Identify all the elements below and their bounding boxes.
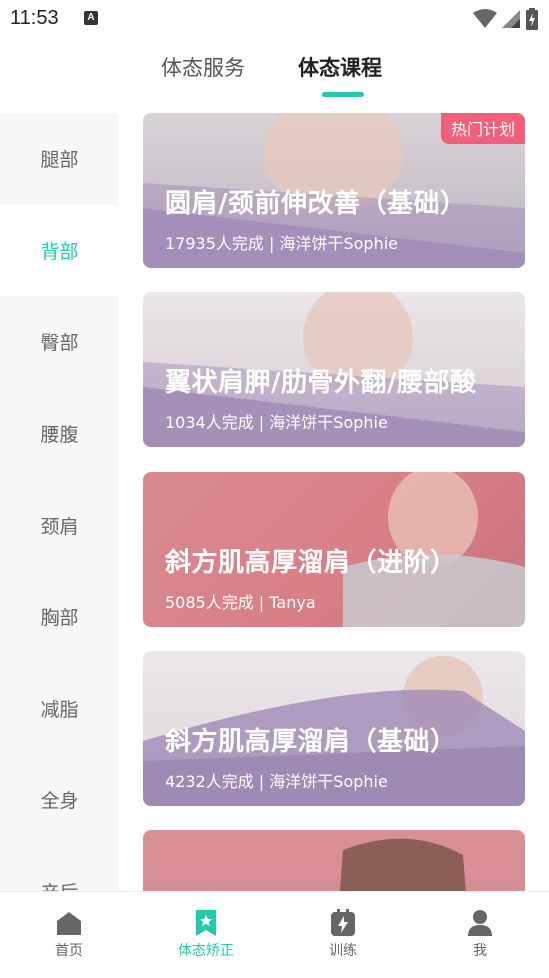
course-subtitle: 1034人完成 | 海洋饼干Sophie (165, 413, 388, 432)
tab-posture-course[interactable]: 体态课程 (298, 52, 382, 82)
top-tab-bar: 体态服务 体态课程 (0, 50, 549, 105)
nav-me[interactable]: 我 (430, 908, 530, 960)
status-bar: 11:53 A (0, 0, 549, 40)
course-card[interactable]: 热门计划 圆肩/颈前伸改善（基础） 17935人完成 | 海洋饼干Sophie (143, 113, 525, 268)
training-lightning-icon (331, 909, 355, 936)
course-subtitle: 17935人完成 | 海洋饼干Sophie (165, 234, 398, 253)
course-subtitle: 4232人完成 | 海洋饼干Sophie (165, 772, 388, 791)
notification-a-icon: A (84, 11, 98, 25)
sidebar-item-back[interactable]: 背部 (0, 204, 119, 297)
card-band (339, 838, 466, 891)
nav-home-label: 首页 (55, 943, 83, 959)
course-card[interactable]: 翼状肩胛/肋骨外翻/腰部酸 1034人完成 | 海洋饼干Sophie (143, 292, 525, 447)
bookmark-star-icon (196, 910, 216, 936)
hot-plan-badge: 热门计划 (440, 113, 525, 144)
nav-training-label: 训练 (329, 943, 357, 959)
home-icon (57, 912, 81, 935)
sidebar-item-postpartum[interactable]: 产后 (0, 846, 119, 891)
signal-icon (502, 10, 520, 28)
tab-posture-service[interactable]: 体态服务 (161, 52, 245, 82)
active-tab-indicator (322, 92, 364, 97)
bottom-nav: 首页 体态矫正 训练 我 (0, 891, 549, 978)
course-title: 圆肩/颈前伸改善（基础） (165, 189, 467, 219)
course-subtitle: 5085人完成 | Tanya (165, 593, 316, 612)
sidebar-item-waist-abs[interactable]: 腰腹 (0, 388, 119, 480)
user-icon (468, 910, 492, 936)
nav-training[interactable]: 训练 (293, 908, 393, 960)
course-title: 斜方肌高厚溜肩（进阶） (165, 548, 457, 578)
course-card[interactable]: 斜方肌高厚溜肩（基础） 4232人完成 | 海洋饼干Sophie (143, 651, 525, 806)
sidebar-item-glutes[interactable]: 臀部 (0, 296, 119, 388)
nav-me-label: 我 (473, 943, 487, 959)
category-sidebar: 腿部 背部 臀部 腰腹 颈肩 胸部 减脂 全身 产后 (0, 113, 119, 891)
sidebar-item-neck-shoulder[interactable]: 颈肩 (0, 479, 119, 571)
sidebar-item-legs[interactable]: 腿部 (0, 113, 119, 205)
course-title: 斜方肌高厚溜肩（基础） (165, 727, 457, 757)
nav-posture[interactable]: 体态矫正 (156, 908, 256, 960)
sidebar-item-chest[interactable]: 胸部 (0, 571, 119, 663)
nav-posture-label: 体态矫正 (178, 943, 234, 959)
wifi-icon (473, 9, 497, 28)
nav-home[interactable]: 首页 (19, 908, 119, 960)
sidebar-item-full-body[interactable]: 全身 (0, 754, 119, 846)
course-card[interactable] (143, 830, 525, 891)
course-title: 翼状肩胛/肋骨外翻/腰部酸 (165, 368, 477, 398)
course-card[interactable]: 斜方肌高厚溜肩（进阶） 5085人完成 | Tanya (143, 472, 525, 627)
course-list: 热门计划 圆肩/颈前伸改善（基础） 17935人完成 | 海洋饼干Sophie … (143, 113, 525, 891)
system-icons (473, 8, 539, 30)
battery-icon (526, 8, 538, 30)
sidebar-item-fat-loss[interactable]: 减脂 (0, 663, 119, 755)
status-time: 11:53 (10, 7, 59, 29)
